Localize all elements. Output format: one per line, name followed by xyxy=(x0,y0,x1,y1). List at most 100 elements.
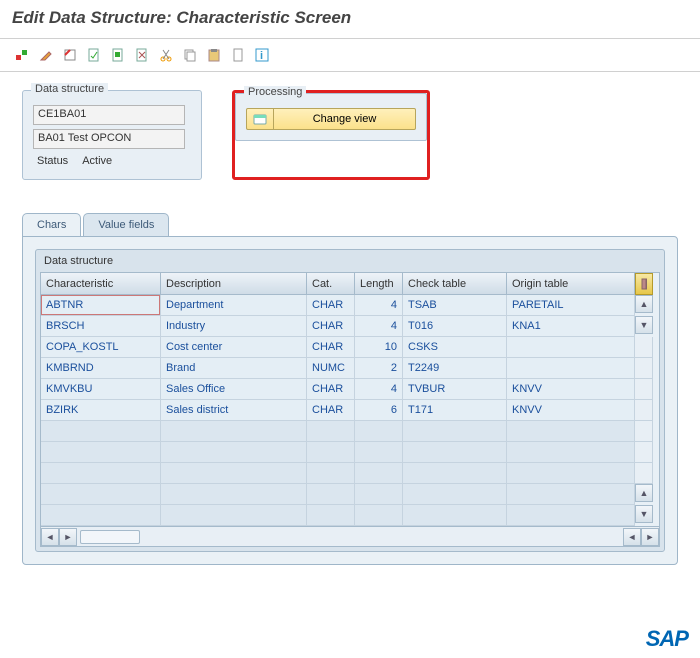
scroll-left-icon[interactable]: ◄ xyxy=(41,528,59,546)
table-cell[interactable]: T2249 xyxy=(403,358,507,379)
table-cell[interactable]: KNVV xyxy=(507,400,635,421)
doc1-icon[interactable] xyxy=(84,45,104,65)
table-cell[interactable]: T171 xyxy=(403,400,507,421)
table-cell[interactable]: TSAB xyxy=(403,295,507,316)
table-cell[interactable]: CHAR xyxy=(307,400,355,421)
new-icon[interactable] xyxy=(228,45,248,65)
table-cell[interactable]: BZIRK xyxy=(41,400,161,421)
tab-body: Data structure CharacteristicDescription… xyxy=(22,236,678,565)
doc2-icon[interactable] xyxy=(108,45,128,65)
paste-icon[interactable] xyxy=(204,45,224,65)
table-cell[interactable]: Brand xyxy=(161,358,307,379)
scroll-track[interactable] xyxy=(635,463,653,484)
table-cell[interactable]: 6 xyxy=(355,400,403,421)
col-header[interactable]: Cat. xyxy=(307,273,355,295)
table-cell[interactable]: 4 xyxy=(355,379,403,400)
table-cell[interactable]: CHAR xyxy=(307,316,355,337)
scroll-up-icon[interactable]: ▲ xyxy=(635,295,653,313)
processing-group-highlight: Processing Change view xyxy=(232,90,430,180)
table-cell[interactable]: CSKS xyxy=(403,337,507,358)
edit-icon[interactable] xyxy=(36,45,56,65)
table-cell[interactable]: CHAR xyxy=(307,295,355,316)
scroll-down-icon[interactable]: ▼ xyxy=(635,316,653,334)
tab-value-fields[interactable]: Value fields xyxy=(83,213,169,236)
horizontal-scrollbar[interactable]: ◄ ► ◄ ► xyxy=(41,526,659,546)
scroll-up2-icon[interactable]: ▲ xyxy=(635,484,653,502)
table-cell xyxy=(41,442,161,463)
scroll-down2-icon[interactable]: ▼ xyxy=(635,505,653,523)
table-cell[interactable]: 4 xyxy=(355,295,403,316)
table-cell[interactable]: TVBUR xyxy=(403,379,507,400)
table-cell xyxy=(161,463,307,484)
table-cell[interactable]: Department xyxy=(161,295,307,316)
table-cell xyxy=(355,442,403,463)
table-cell[interactable]: KNVV xyxy=(507,379,635,400)
scroll-left2-icon[interactable]: ◄ xyxy=(623,528,641,546)
table-cell xyxy=(41,421,161,442)
table-cell[interactable]: T016 xyxy=(403,316,507,337)
table-cell[interactable]: PARETAIL xyxy=(507,295,635,316)
table-cell[interactable]: Sales Office xyxy=(161,379,307,400)
toggle-icon[interactable] xyxy=(12,45,32,65)
table-cell[interactable]: BRSCH xyxy=(41,316,161,337)
table-cell xyxy=(507,442,635,463)
table-cell[interactable]: Cost center xyxy=(161,337,307,358)
scroll-right-icon[interactable]: ► xyxy=(59,528,77,546)
table-cell[interactable]: Sales district xyxy=(161,400,307,421)
tabstrip: Chars Value fields xyxy=(22,210,678,236)
table-cell[interactable]: 10 xyxy=(355,337,403,358)
sap-logo: SAP xyxy=(646,626,688,652)
table-cell xyxy=(355,463,403,484)
table-cell[interactable]: KMVKBU xyxy=(41,379,161,400)
scroll-track[interactable] xyxy=(635,337,653,358)
page-title: Edit Data Structure: Characteristic Scre… xyxy=(0,0,700,39)
doc3-icon[interactable] xyxy=(132,45,152,65)
table-cell[interactable]: 4 xyxy=(355,316,403,337)
activate-icon[interactable] xyxy=(60,45,80,65)
table-cell[interactable]: CHAR xyxy=(307,337,355,358)
col-header[interactable]: Check table xyxy=(403,273,507,295)
table-cell[interactable]: NUMC xyxy=(307,358,355,379)
scroll-right2-icon[interactable]: ► xyxy=(641,528,659,546)
table-cell[interactable]: KMBRND xyxy=(41,358,161,379)
table-cell xyxy=(307,421,355,442)
structure-code-field[interactable]: CE1BA01 xyxy=(33,105,185,125)
table-cell xyxy=(403,505,507,526)
table-config-icon[interactable] xyxy=(635,273,653,295)
table-cell[interactable]: COPA_KOSTL xyxy=(41,337,161,358)
table-cell[interactable]: ABTNR xyxy=(41,295,161,316)
structure-desc-field[interactable]: BA01 Test OPCON xyxy=(33,129,185,149)
scroll-track[interactable] xyxy=(635,421,653,442)
scroll-track[interactable] xyxy=(80,530,140,544)
info-icon[interactable]: i xyxy=(252,45,272,65)
col-header[interactable]: Description xyxy=(161,273,307,295)
col-header[interactable]: Characteristic xyxy=(41,273,161,295)
status-value: Active xyxy=(82,155,112,167)
scroll-track[interactable] xyxy=(635,442,653,463)
table-cell xyxy=(355,421,403,442)
status-label: Status xyxy=(37,155,68,167)
col-header[interactable]: Length xyxy=(355,273,403,295)
table-cell xyxy=(507,505,635,526)
col-header[interactable]: Origin table xyxy=(507,273,635,295)
copy-icon[interactable] xyxy=(180,45,200,65)
change-view-button[interactable]: Change view xyxy=(246,108,416,130)
table-cell[interactable] xyxy=(507,358,635,379)
scroll-track[interactable] xyxy=(635,400,653,421)
scroll-track[interactable] xyxy=(635,379,653,400)
change-view-icon xyxy=(247,109,274,129)
table-group: Data structure CharacteristicDescription… xyxy=(35,249,665,552)
data-structure-group: Data structure CE1BA01 BA01 Test OPCON S… xyxy=(22,90,202,180)
table-cell xyxy=(161,505,307,526)
table-cell[interactable]: 2 xyxy=(355,358,403,379)
table-cell[interactable]: CHAR xyxy=(307,379,355,400)
table-cell xyxy=(355,484,403,505)
table-cell[interactable]: KNA1 xyxy=(507,316,635,337)
cut-icon[interactable] xyxy=(156,45,176,65)
table-cell[interactable] xyxy=(507,337,635,358)
app-toolbar: i xyxy=(0,39,700,72)
table-cell[interactable]: Industry xyxy=(161,316,307,337)
tab-chars[interactable]: Chars xyxy=(22,213,81,236)
table-cell xyxy=(41,484,161,505)
scroll-track[interactable] xyxy=(635,358,653,379)
